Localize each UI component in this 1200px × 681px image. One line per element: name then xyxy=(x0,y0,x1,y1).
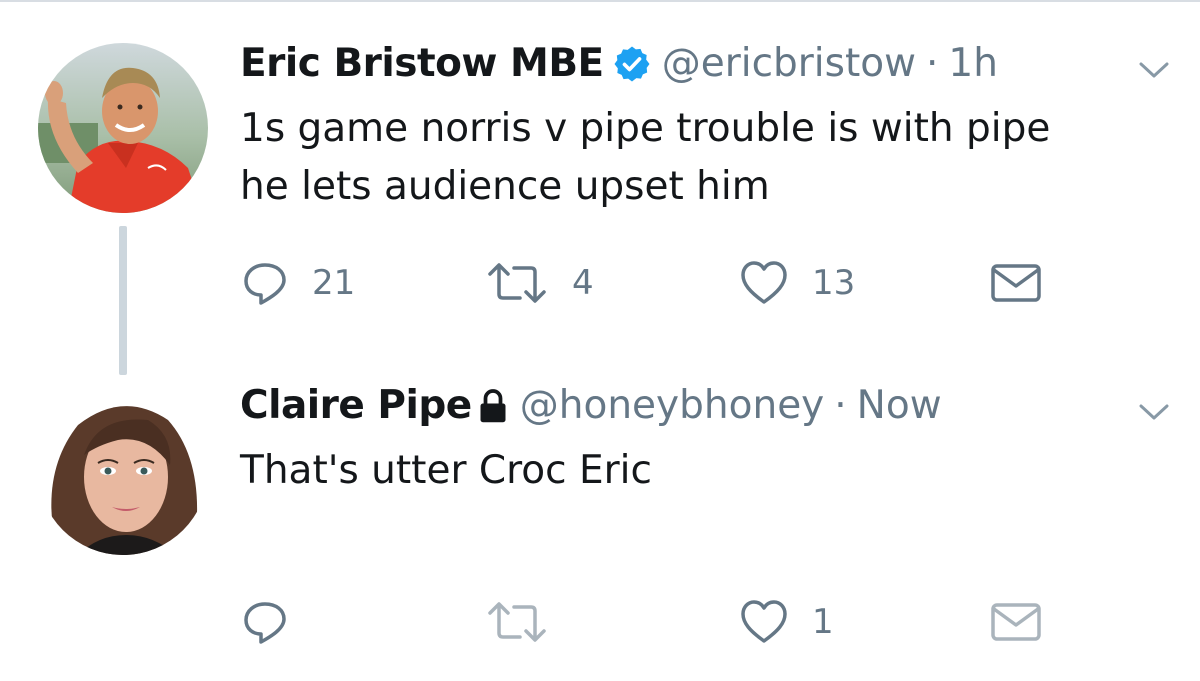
verified-badge-icon xyxy=(614,46,650,82)
reply-icon xyxy=(244,263,286,305)
timestamp[interactable]: 1h xyxy=(948,38,998,90)
user-handle[interactable]: @honeybhoney xyxy=(520,380,825,432)
like-button[interactable]: 13 xyxy=(740,258,855,308)
retweet-button[interactable]: 4 xyxy=(486,258,594,308)
tweet-actions: 1 xyxy=(0,597,1200,647)
retweet-icon xyxy=(488,602,546,642)
like-count: 1 xyxy=(812,602,834,642)
tweet-text: That's utter Croc Eric xyxy=(240,448,652,493)
direct-message-button[interactable] xyxy=(990,258,1042,308)
tweet-header: Eric Bristow MBE @ericbristow · 1h xyxy=(240,38,998,90)
reply-button[interactable]: 21 xyxy=(242,258,355,308)
tweet[interactable]: Claire Pipe @honeybhoney · Now That's ut… xyxy=(0,340,1200,681)
like-button[interactable]: 1 xyxy=(740,597,834,647)
avatar-image xyxy=(38,385,208,555)
retweet-count: 4 xyxy=(572,263,594,303)
avatar[interactable] xyxy=(38,43,208,213)
heart-icon xyxy=(741,600,787,643)
envelope-icon xyxy=(991,264,1041,302)
like-count: 13 xyxy=(812,263,856,303)
reply-icon xyxy=(244,602,286,644)
reply-count: 21 xyxy=(312,263,356,303)
display-name[interactable]: Eric Bristow MBE xyxy=(240,38,604,90)
chevron-down-icon[interactable] xyxy=(1138,60,1170,80)
separator-dot: · xyxy=(926,41,939,86)
display-name[interactable]: Claire Pipe xyxy=(240,380,472,432)
direct-message-button[interactable] xyxy=(990,597,1042,647)
retweet-button[interactable] xyxy=(486,597,572,647)
avatar[interactable] xyxy=(38,385,208,555)
retweet-icon xyxy=(488,263,546,303)
avatar-image xyxy=(38,43,208,213)
heart-icon xyxy=(741,261,787,304)
lock-icon xyxy=(480,389,506,423)
timestamp[interactable]: Now xyxy=(857,380,942,432)
chevron-down-icon[interactable] xyxy=(1138,402,1170,422)
tweet-actions: 21 4 13 xyxy=(0,258,1200,308)
user-handle[interactable]: @ericbristow xyxy=(662,38,916,90)
tweet-header: Claire Pipe @honeybhoney · Now xyxy=(240,380,942,432)
reply-button[interactable] xyxy=(242,597,312,647)
separator-dot: · xyxy=(834,383,847,428)
tweet-text: 1s game norris v pipe trouble is with pi… xyxy=(240,106,1051,209)
tweet[interactable]: Eric Bristow MBE @ericbristow · 1h 1s ga… xyxy=(0,0,1200,375)
envelope-icon xyxy=(991,603,1041,641)
